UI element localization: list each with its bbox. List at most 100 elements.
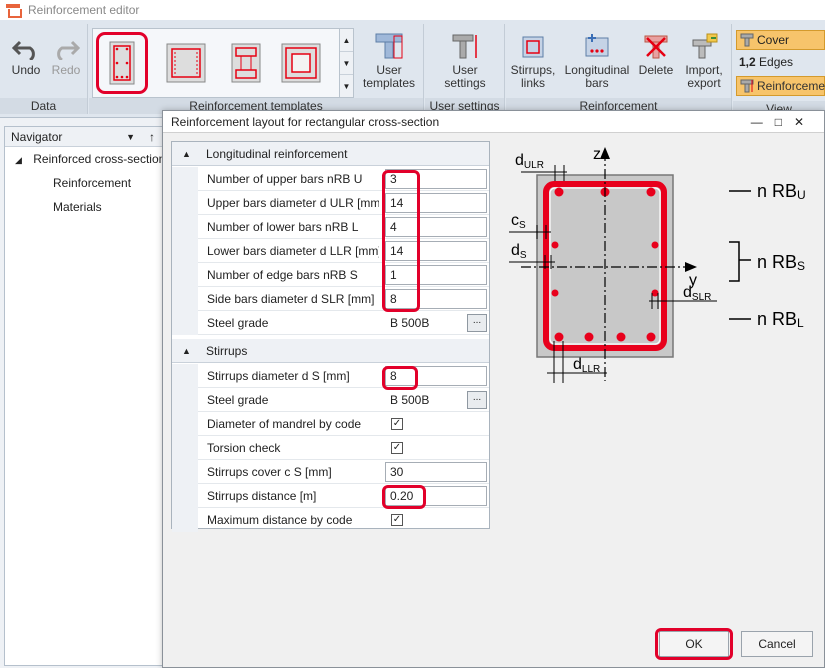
navigator-dropdown-icon[interactable]: ▼ [126,127,135,147]
user-settings-button[interactable]: User settings [431,32,499,90]
row-steel-grade-longitudinal: Steel grade B 500B ... [172,311,489,335]
nav-item-reinforced-cross-section[interactable]: ◢ Reinforced cross-section [5,147,166,171]
row-edge-bars-count: Number of edge bars nRB S 1 [172,263,489,287]
user-templates-label: User templates [362,63,416,90]
stirrups-diameter-input[interactable]: 8 [385,366,487,386]
ribbon-group-templates: ▲ ▼ ▼ User templates Reinforcement templ… [89,24,424,114]
edge-bars-count-input[interactable]: 1 [385,265,487,285]
lower-bars-diameter-input[interactable]: 14 [385,241,487,261]
gallery-scroll[interactable]: ▲ ▼ ▼ [339,29,353,97]
maximize-icon[interactable]: □ [775,115,794,129]
cover-toggle[interactable]: Cover [736,30,825,50]
dialog-title: Reinforcement layout for rectangular cro… [171,115,440,129]
side-bars-diameter-label: Side bars diameter d SLR [mm] [207,292,375,306]
section-stirrups[interactable]: ▲ Stirrups [172,339,489,363]
delete-label: Delete [638,63,674,77]
cancel-button[interactable]: Cancel [741,631,813,657]
reinforcement-toggle[interactable]: Reinforcement [736,76,825,96]
upper-bars-diameter-input[interactable]: 14 [385,193,487,213]
reinforcement-layout-dialog: Reinforcement layout for rectangular cro… [162,110,825,668]
redo-button[interactable]: Redo [46,38,86,77]
d-slr-label: dSLR [683,284,711,303]
upper-bars-count-input[interactable]: 3 [385,169,487,189]
d-llr-label: dLLR [573,356,600,375]
template-wide-icon [166,43,206,83]
navigator-title: Navigator [11,130,63,144]
lower-bars-diameter-label: Lower bars diameter d LLR [mm] [207,244,379,258]
user-templates-icon [375,33,403,59]
gallery-more-icon[interactable]: ▼ [340,75,353,98]
torsion-checkbox[interactable]: ✓ [391,442,403,454]
section-stirrups-label: Stirrups [206,344,248,358]
navigator-panel: Navigator ▼ ↑ ◢ Reinforced cross-section… [4,126,166,666]
side-bars-diameter-input[interactable]: 8 [385,289,487,309]
stirrups-links-button[interactable]: Stirrups, links [508,32,558,90]
template-gallery: ▲ ▼ ▼ [92,28,354,98]
window-title: Reinforcement editor [28,3,140,17]
template-i-beam[interactable] [223,35,269,91]
delete-button[interactable]: Delete [634,32,678,77]
z-label: z [593,146,601,163]
steel-grade-browse-button[interactable]: ... [467,314,487,332]
longitudinal-bars-button[interactable]: Longitudinal bars [562,32,632,90]
row-stirrups-cover: Stirrups cover c S [mm] 30 [172,460,489,484]
stirrups-distance-input[interactable]: 0.20 [385,486,487,506]
pin-icon[interactable]: ↑ [149,127,155,147]
cover-label: Cover [757,33,790,47]
cross-section-diagram: z y dULR cS dS dSLR dLLR n RBU n RBS n R… [509,146,806,383]
steel-grade-label: Steel grade [207,316,269,330]
nav-root-label: Reinforced cross-section [33,152,166,166]
undo-button[interactable]: Undo [6,38,46,77]
ribbon: Undo Redo Data ▲ ▼ ▼ User templates Rein… [0,20,825,118]
gallery-up-arrow-icon[interactable]: ▲ [340,29,353,52]
max-distance-checkbox[interactable]: ✓ [391,514,403,526]
stirrups-diameter-label: Stirrups diameter d S [mm] [207,369,350,383]
redo-icon [57,40,80,60]
stirrups-cover-input[interactable]: 30 [385,462,487,482]
nav-item-materials[interactable]: Materials [5,195,163,219]
ribbon-group-user-settings: User settings User settings [425,24,505,114]
mandrel-checkbox[interactable]: ✓ [391,418,403,430]
minimize-icon[interactable]: — [751,115,775,129]
template-box[interactable] [278,35,324,91]
gallery-down-arrow-icon[interactable]: ▼ [340,52,353,75]
nav-item-reinforcement[interactable]: Reinforcement [5,171,163,195]
n-rbl-label: n RBL [757,309,804,330]
lower-bars-count-input[interactable]: 4 [385,217,487,237]
user-settings-icon [452,34,477,59]
collapse-icon[interactable]: ▲ [182,142,191,166]
import-export-icon [692,33,718,59]
side-bar [651,289,659,297]
property-grid: ▲ Longitudinal reinforcement Number of u… [171,141,490,532]
stirrups-icon [522,36,544,58]
template-rect-wide[interactable] [163,35,209,91]
user-templates-button[interactable]: User templates [357,32,421,90]
lower-bar [584,332,594,342]
template-rect-perimeter[interactable] [96,32,148,94]
close-icon[interactable]: ✕ [794,115,816,129]
edges-toggle[interactable]: 1,2 Edges [736,53,825,73]
mandrel-diameter-label: Diameter of mandrel by code [207,417,362,431]
ok-button[interactable]: OK [659,631,729,657]
stirrups-steel-grade-browse-button[interactable]: ... [467,391,487,409]
row-upper-bars-count: Number of upper bars nRB U 3 [172,167,489,191]
import-export-label: Import, export [685,63,723,90]
collapse-icon[interactable]: ▲ [182,339,191,363]
section-longitudinal-label: Longitudinal reinforcement [206,147,348,161]
upper-bar [554,187,564,197]
stirrups-steel-grade-value: B 500B [390,393,430,407]
upper-bars-count-label: Number of upper bars nRB U [207,172,363,186]
side-bar [651,241,659,249]
expand-icon[interactable]: ◢ [15,155,22,165]
d-s-label: dS [511,242,527,261]
section-longitudinal[interactable]: ▲ Longitudinal reinforcement [172,142,489,166]
c-s-label: cS [511,212,526,231]
user-settings-label: User settings [444,63,486,90]
dialog-title-bar: Reinforcement layout for rectangular cro… [163,111,824,133]
row-steel-grade-stirrups: Steel grade B 500B ... [172,388,489,412]
n-rbu-label: n RBU [757,181,806,202]
data-group-label: Data [0,98,87,114]
template-ibeam-icon [231,43,261,83]
import-export-button[interactable]: Import, export [680,32,728,90]
undo-icon [12,40,35,60]
